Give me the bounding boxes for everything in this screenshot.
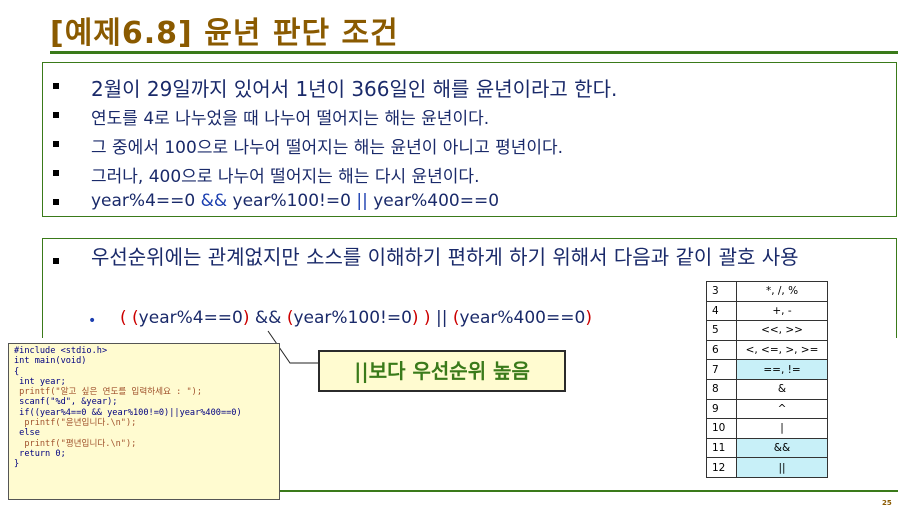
table-row: 10 | (706, 418, 828, 439)
code-line: return 0; (14, 448, 66, 459)
code-line: if((year%4==0 && year%100!=0)||year%400=… (14, 407, 242, 418)
code-line: { (14, 366, 20, 377)
table-row: 9 ^ (706, 398, 828, 420)
code-line: printf("평년입니다.\n"); (14, 438, 137, 449)
code-line: printf("윤년입니다.\n"); (14, 418, 137, 429)
table-row: 8 & (706, 378, 828, 400)
code-line: else (14, 428, 40, 439)
code-line: #include <stdio.h> (14, 346, 108, 356)
code-line: printf("알고 싶은 연도를 입력하세요 : "); (14, 387, 203, 398)
page-number: 25 (882, 499, 892, 507)
precedence-table: 3 *, /, % 4 +, - 5 <<, >> 6 <, <=, >, >= 7 ==… (706, 281, 828, 478)
table-row: 11 && (706, 437, 828, 459)
callout-note: ||보다 우선순위 높음 (318, 350, 566, 392)
bottom-divider (280, 490, 898, 492)
table-row: 4 +, - (706, 300, 828, 322)
code-line: int year; (14, 376, 66, 387)
table-row: 12 || (706, 457, 828, 478)
table-row: 3 *, /, % (706, 281, 828, 302)
table-row: 5 <<, >> (706, 320, 828, 341)
code-line: } (14, 459, 20, 470)
table-row: 6 <, <=, >, >= (706, 339, 828, 361)
code-line: int main(void) (14, 356, 87, 367)
code-line: scanf("%d", &year); (14, 397, 118, 408)
code-listing: #include <stdio.h> int main(void){ int ye… (8, 343, 280, 500)
table-row: 7 ==, != (706, 359, 828, 380)
